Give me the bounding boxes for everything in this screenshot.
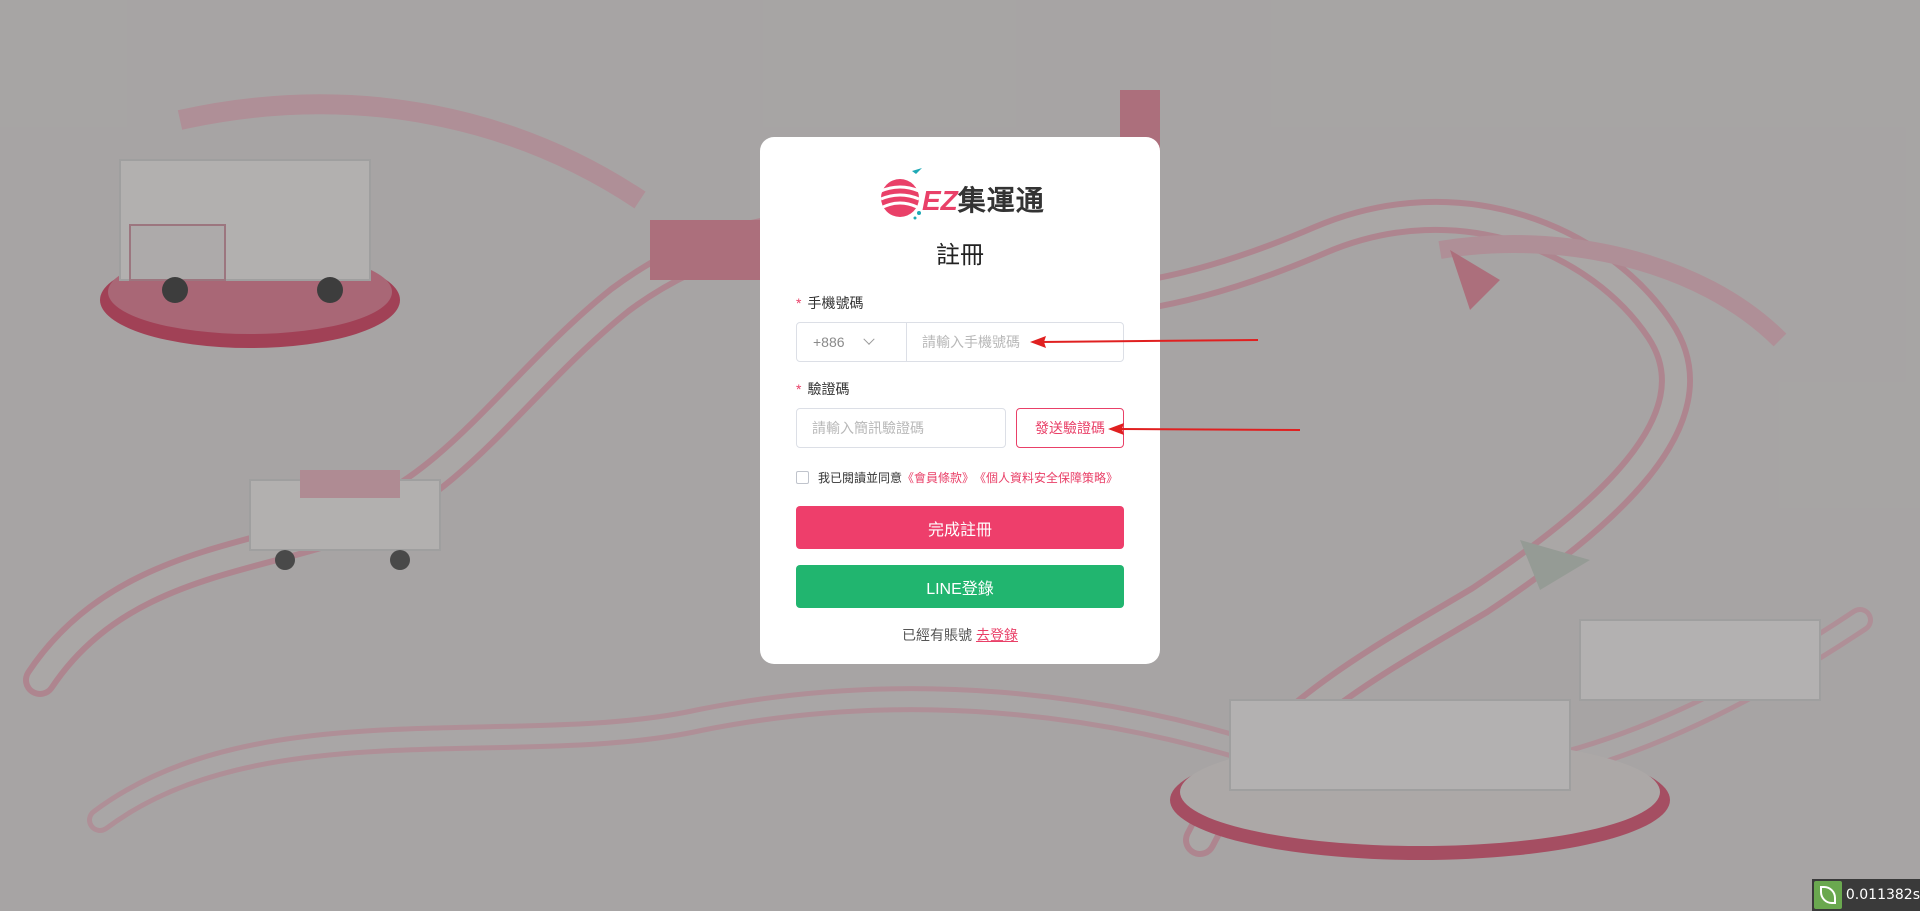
country-code-select[interactable]: +886: [797, 323, 907, 361]
globe-logo-icon: [880, 168, 922, 220]
agreement-row: 我已閱讀並同意 《會員條款》 《個人資料安全保障策略》: [796, 469, 1118, 486]
verification-code-input[interactable]: [797, 409, 1008, 447]
brand-ez: EZ: [922, 185, 958, 216]
phone-input[interactable]: [907, 323, 1123, 361]
required-mark: *: [796, 381, 802, 397]
go-login-link[interactable]: 去登錄: [976, 627, 1018, 643]
brand-wordmark: EZ集運通: [922, 179, 1045, 219]
brand-logo: EZ集運通: [878, 165, 1044, 225]
agree-checkbox[interactable]: [796, 471, 809, 484]
chevron-down-icon: [862, 333, 875, 345]
phone-label: * 手機號碼: [796, 293, 863, 313]
page-title: 註冊: [936, 242, 984, 269]
phone-input-group: +886: [796, 322, 1124, 362]
register-button[interactable]: 完成註冊: [796, 506, 1124, 549]
timer-value: 0.011382s: [1845, 887, 1920, 903]
phone-label-text: 手機號碼: [807, 295, 864, 311]
required-mark: *: [796, 295, 802, 311]
country-code-value: +886: [813, 334, 845, 350]
code-label-text: 驗證碼: [807, 381, 850, 397]
leaf-icon: [1814, 881, 1842, 909]
login-prompt: 已經有賬號 去登錄: [760, 625, 1160, 645]
agree-text: 我已閱讀並同意: [818, 471, 903, 485]
register-card: EZ集運通 註冊 * 手機號碼 +886 * 驗證碼 發送驗證碼 我已閱讀並同意 《…: [760, 137, 1160, 664]
line-login-button[interactable]: LINE登錄: [796, 565, 1124, 608]
brand-name: 集運通: [957, 185, 1045, 216]
privacy-link[interactable]: 《個人資料安全保障策略》: [974, 469, 1118, 486]
have-account-text: 已經有賬號: [902, 627, 972, 643]
code-input-wrapper: [796, 408, 1008, 448]
performance-timer-badge: 0.011382s: [1812, 879, 1920, 911]
send-code-button[interactable]: 發送驗證碼: [1016, 408, 1124, 448]
code-label: * 驗證碼: [796, 379, 849, 399]
terms-link[interactable]: 《會員條款》: [902, 469, 974, 486]
